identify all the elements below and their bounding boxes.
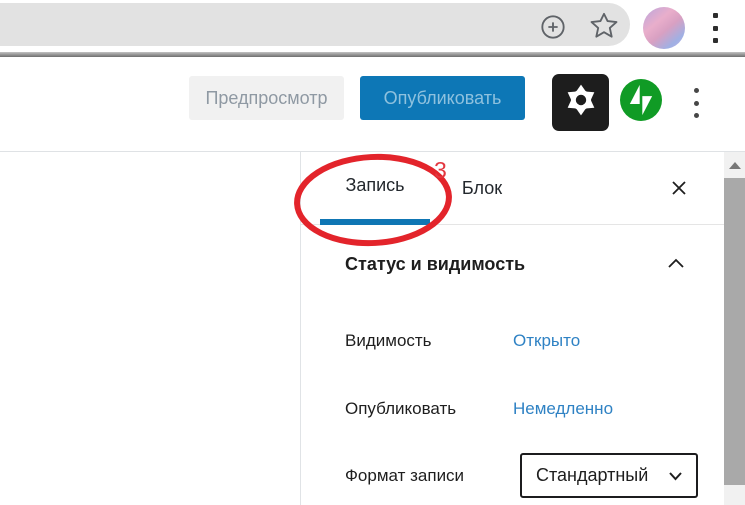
visibility-value-link[interactable]: Открыто	[513, 331, 580, 351]
editor-more-menu-icon[interactable]	[687, 85, 705, 121]
tab-block[interactable]: Блок	[447, 152, 517, 225]
gear-icon	[564, 83, 598, 122]
triangle-up-icon	[728, 161, 741, 169]
zoom-in-icon[interactable]	[539, 13, 567, 41]
post-format-select[interactable]: Стандартный	[520, 453, 698, 498]
browser-profile-avatar[interactable]	[643, 7, 685, 49]
jetpack-button[interactable]	[620, 78, 662, 126]
close-icon	[669, 178, 689, 203]
jetpack-icon	[620, 78, 662, 126]
publish-button[interactable]: Опубликовать	[360, 76, 525, 120]
settings-button[interactable]	[552, 74, 609, 131]
preview-button[interactable]: Предпросмотр	[189, 76, 344, 120]
panel-title-status-visibility[interactable]: Статус и видимость	[345, 254, 525, 275]
post-format-label: Формат записи	[345, 466, 465, 485]
scrollbar-up-arrow[interactable]	[724, 152, 745, 178]
post-format-selected-value: Стандартный	[536, 465, 649, 485]
close-sidebar-button[interactable]	[662, 173, 696, 207]
visibility-label: Видимость	[345, 331, 432, 350]
publish-date-value-link[interactable]: Немедленно	[513, 399, 613, 419]
bookmark-star-icon[interactable]	[588, 11, 620, 43]
scrollbar-thumb[interactable]	[724, 178, 745, 485]
browser-address-bar[interactable]	[0, 3, 630, 46]
publish-date-label: Опубликовать	[345, 399, 457, 418]
chevron-down-icon	[668, 465, 683, 486]
browser-menu-icon[interactable]	[708, 13, 722, 43]
tab-post[interactable]: Запись	[320, 152, 430, 225]
chevron-up-icon[interactable]	[663, 251, 689, 277]
